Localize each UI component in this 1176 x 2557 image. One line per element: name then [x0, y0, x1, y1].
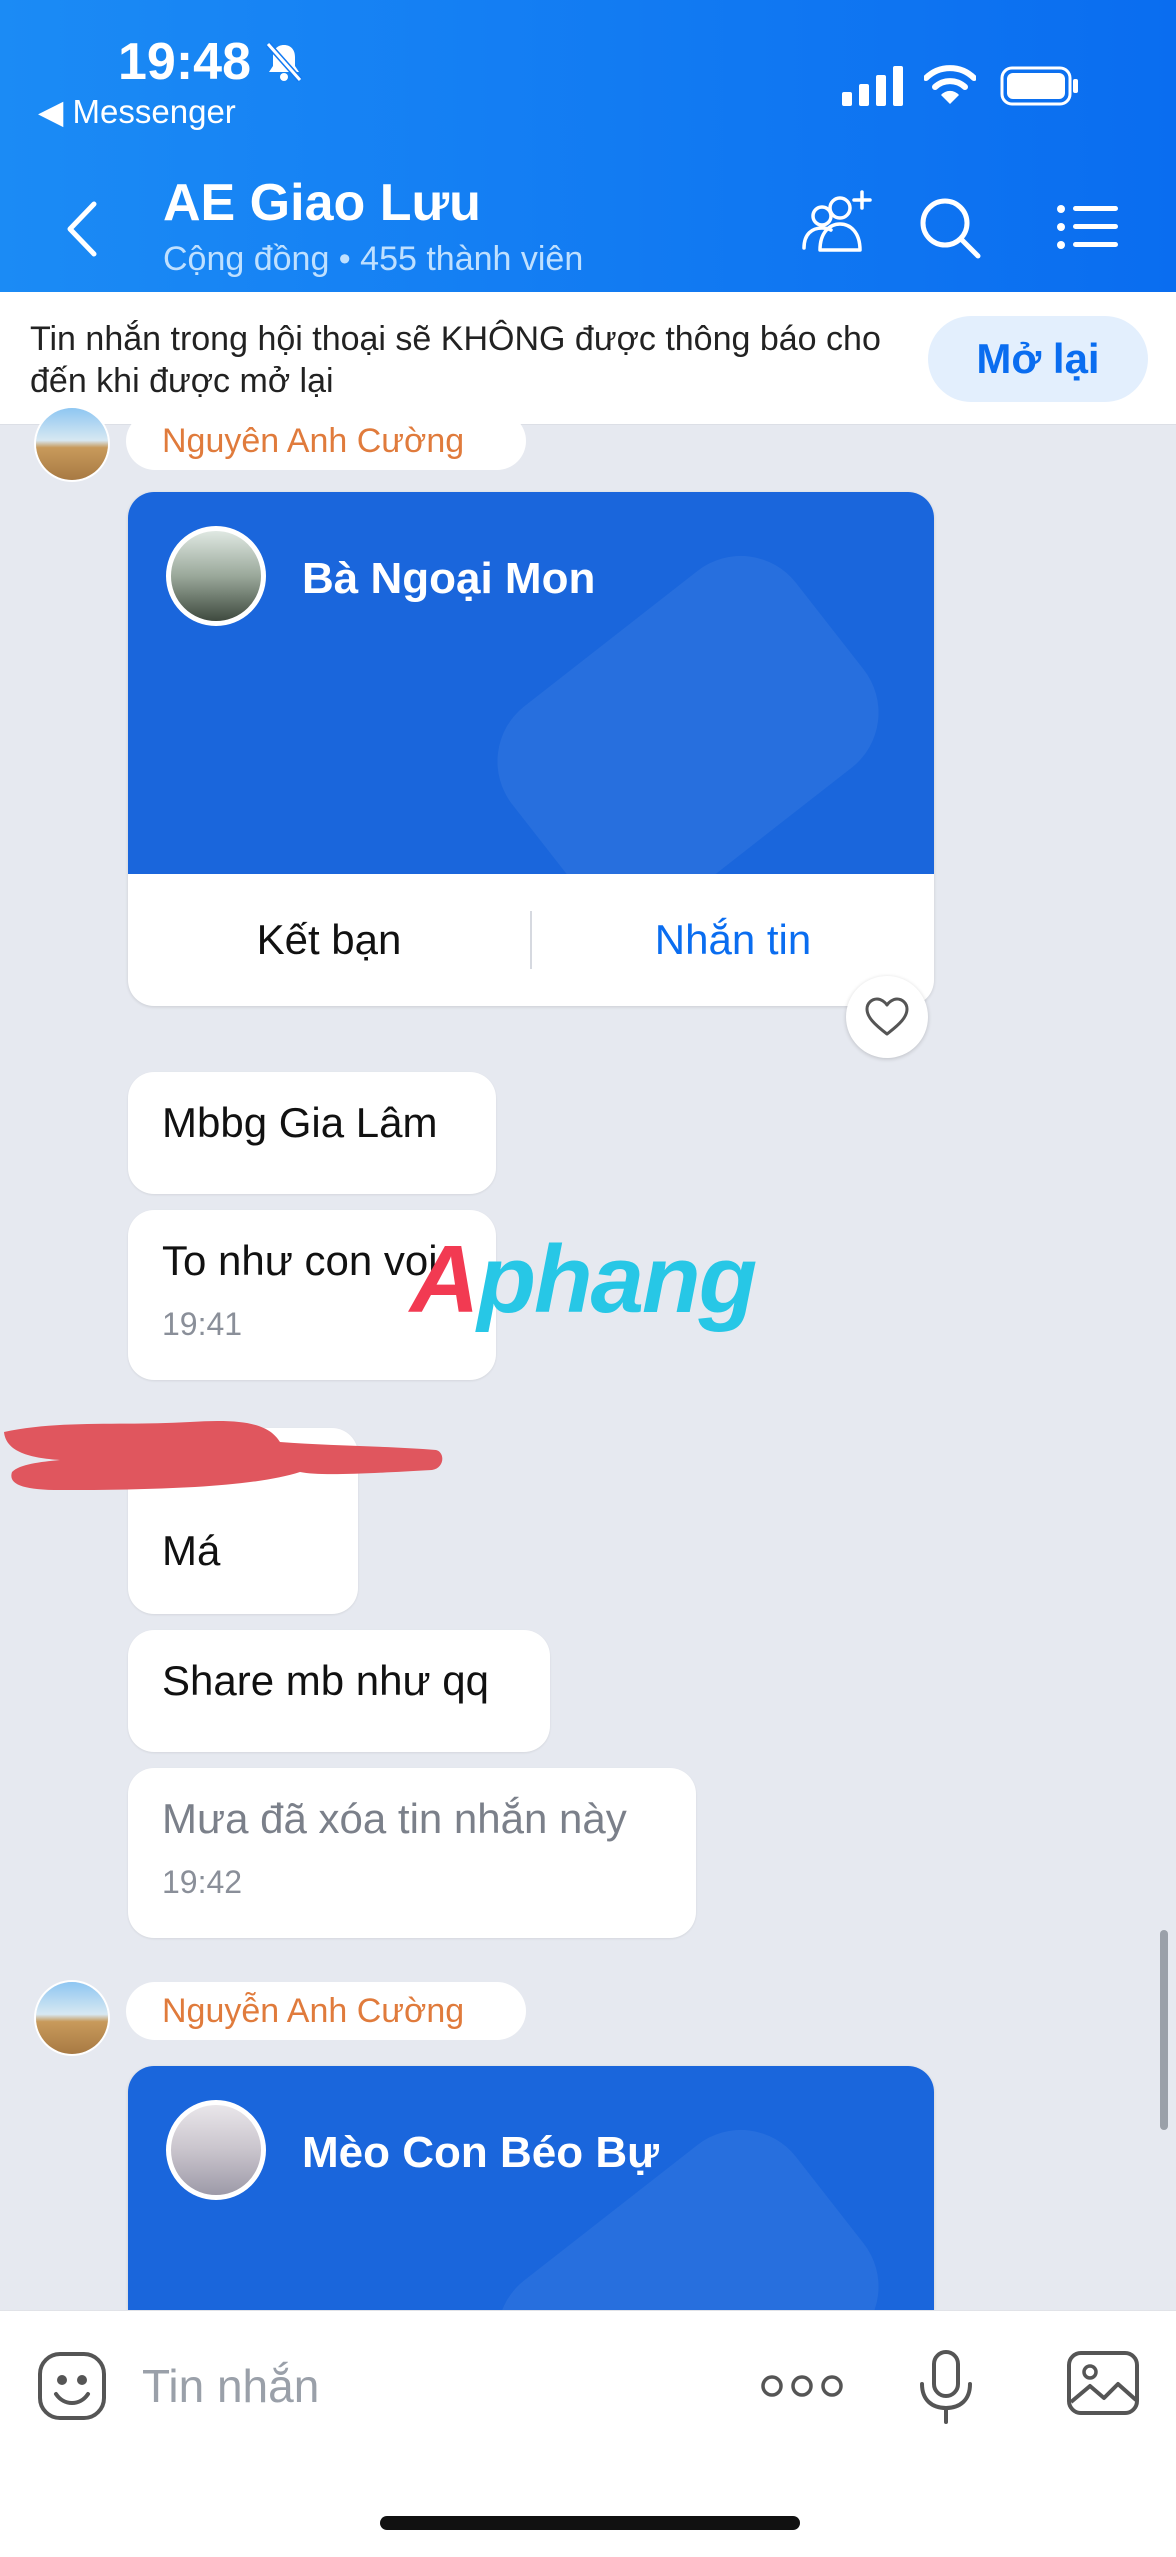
mute-notice-text: Tin nhắn trong hội thoại sẽ KHÔNG được t…: [30, 320, 881, 400]
contact-avatar: [166, 2100, 266, 2200]
avatar[interactable]: [36, 1982, 108, 2054]
add-friend-button[interactable]: Kết bạn: [128, 916, 530, 964]
message-text: Share mb như qq: [162, 1657, 489, 1704]
scrollbar[interactable]: [1160, 1930, 1168, 2130]
home-indicator: [380, 2516, 800, 2530]
message-bubble[interactable]: Mbbg Gia Lâm: [128, 1072, 496, 1194]
send-message-button[interactable]: Nhắn tin: [532, 916, 934, 964]
reopen-button[interactable]: Mở lại: [928, 316, 1148, 402]
sender-name[interactable]: Nguyễn Anh Cường: [126, 1982, 526, 2040]
bell-off-icon: [265, 42, 303, 82]
signal-icon: [842, 66, 903, 106]
contact-card-actions: Kết bạn Nhắn tin: [128, 874, 934, 1006]
react-button[interactable]: [846, 976, 928, 1058]
message-text: Mbbg Gia Lâm: [162, 1099, 438, 1146]
heart-icon: [865, 997, 909, 1036]
contact-card-header: Mèo Con Béo Bự: [128, 2066, 934, 2310]
group-title[interactable]: AE Giao Lưu: [163, 173, 481, 233]
add-member-icon[interactable]: [800, 190, 874, 256]
message-input[interactable]: [142, 2354, 702, 2418]
sender-name[interactable]: Nguyên Anh Cường: [126, 412, 526, 470]
contact-avatar: [166, 526, 266, 626]
contact-card[interactable]: Bà Ngoại Mon Kết bạn Nhắn tin: [128, 492, 934, 1006]
search-icon[interactable]: [918, 196, 982, 260]
back-to-app-link[interactable]: ◀ Messenger: [38, 92, 236, 131]
watermark-rest: phang: [477, 1226, 757, 1333]
message-bubble[interactable]: Share mb như qq: [128, 1630, 550, 1752]
watermark-first: A: [410, 1226, 479, 1333]
contact-name: Mèo Con Béo Bự: [302, 2128, 659, 2177]
menu-icon[interactable]: [1056, 204, 1118, 250]
deleted-message-bubble[interactable]: Mưa đã xóa tin nhắn này 19:42: [128, 1768, 696, 1938]
more-icon[interactable]: [760, 2372, 844, 2400]
contact-name: Bà Ngoại Mon: [302, 554, 596, 603]
message-time: 19:42: [162, 1864, 243, 1900]
back-icon[interactable]: [62, 200, 102, 258]
avatar[interactable]: [36, 408, 108, 480]
mic-icon[interactable]: [918, 2350, 974, 2424]
group-subtitle: Cộng đồng • 455 thành viên: [163, 240, 584, 278]
wifi-icon: [924, 65, 976, 104]
redaction-scribble: [4, 1420, 443, 1490]
battery-icon: [1000, 66, 1078, 106]
gallery-icon[interactable]: [1066, 2350, 1140, 2416]
watermark: Aphang: [410, 1225, 757, 1335]
emoji-icon[interactable]: [36, 2350, 108, 2422]
deleted-message-text: Mưa đã xóa tin nhắn này: [162, 1795, 627, 1842]
contact-card-header: Bà Ngoại Mon: [128, 492, 934, 874]
status-time: 19:48: [118, 33, 251, 91]
message-text: Má: [162, 1527, 221, 1574]
contact-card[interactable]: Mèo Con Béo Bự: [128, 2066, 934, 2310]
